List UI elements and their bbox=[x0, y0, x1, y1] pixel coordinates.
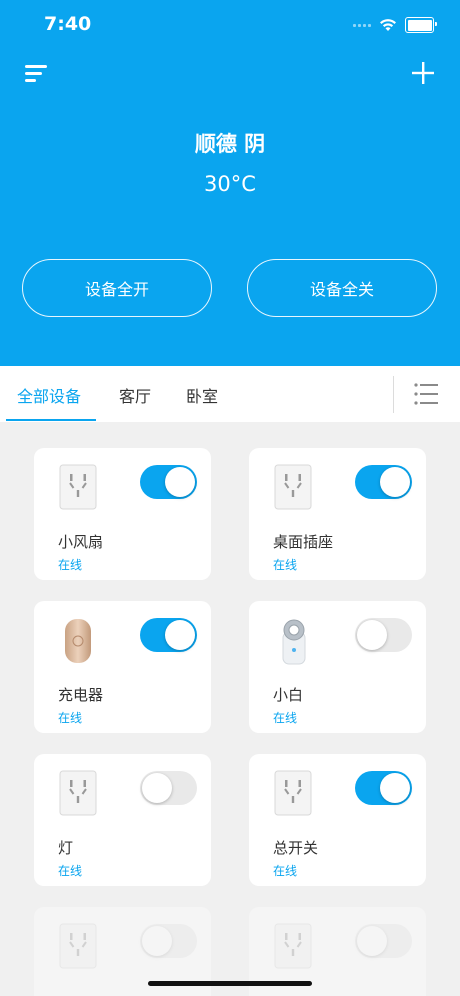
power-toggle[interactable] bbox=[140, 618, 197, 652]
status-bar: 7:40 bbox=[0, 0, 460, 50]
device-status: 在线 bbox=[273, 711, 298, 725]
app-screen: 7:40 顺德 阴 30°C 设备全开 设备全关 全部设备 客厅 卧室 小风扇 … bbox=[0, 0, 460, 996]
menu-icon[interactable] bbox=[24, 63, 50, 85]
add-icon[interactable] bbox=[410, 60, 436, 86]
device-name: 桌面插座 bbox=[273, 533, 334, 551]
device-card[interactable]: 小白 在线 bbox=[249, 601, 426, 733]
device-grid: 小风扇 在线 桌面插座 在线 充电器 在线 小白 在线 灯 在线 总开关 在线 bbox=[0, 422, 460, 996]
all-off-button[interactable]: 设备全关 bbox=[247, 259, 437, 317]
device-card[interactable]: 小风扇 在线 bbox=[34, 448, 211, 580]
wifi-icon bbox=[380, 19, 396, 31]
wall-socket-icon bbox=[274, 464, 312, 510]
all-on-button[interactable]: 设备全开 bbox=[22, 259, 212, 317]
device-card[interactable]: 灯 在线 bbox=[34, 754, 211, 886]
weather-temperature: 30°C bbox=[204, 172, 256, 196]
device-name: 充电器 bbox=[58, 686, 104, 704]
wall-socket-icon bbox=[274, 770, 312, 816]
charger-icon bbox=[65, 619, 91, 663]
device-card[interactable]: 充电器 在线 bbox=[34, 601, 211, 733]
power-toggle[interactable] bbox=[355, 771, 412, 805]
device-card[interactable]: 桌面插座 在线 bbox=[249, 448, 426, 580]
device-name: 小白 bbox=[273, 686, 304, 704]
power-toggle[interactable] bbox=[140, 465, 197, 499]
smart-plug-icon bbox=[282, 619, 306, 665]
device-card[interactable]: 总开关 在线 bbox=[249, 754, 426, 886]
wall-socket-icon bbox=[59, 770, 97, 816]
active-tab-indicator bbox=[6, 419, 96, 421]
weather-location: 顺德 阴 bbox=[194, 132, 266, 156]
battery-icon bbox=[405, 17, 437, 33]
list-view-icon[interactable] bbox=[413, 382, 439, 406]
device-name: 小风扇 bbox=[58, 533, 104, 551]
header: 7:40 顺德 阴 30°C 设备全开 设备全关 bbox=[0, 0, 460, 366]
tab-bar: 全部设备 客厅 卧室 bbox=[0, 366, 460, 422]
power-toggle[interactable] bbox=[355, 618, 412, 652]
device-name: 总开关 bbox=[273, 839, 319, 857]
wall-socket-icon bbox=[274, 923, 312, 969]
wall-socket-icon bbox=[59, 923, 97, 969]
wall-socket-icon bbox=[59, 464, 97, 510]
tab-all-devices[interactable]: 全部设备 bbox=[17, 383, 81, 407]
tab-bedroom[interactable]: 卧室 bbox=[186, 383, 218, 407]
device-name: 灯 bbox=[58, 839, 74, 857]
signal-icon bbox=[353, 23, 371, 27]
status-time: 7:40 bbox=[44, 13, 92, 35]
power-toggle[interactable] bbox=[355, 924, 412, 958]
status-icons bbox=[353, 15, 437, 35]
device-status: 在线 bbox=[58, 864, 83, 878]
power-toggle[interactable] bbox=[355, 465, 412, 499]
device-status: 在线 bbox=[273, 864, 298, 878]
device-status: 在线 bbox=[273, 558, 298, 572]
power-toggle[interactable] bbox=[140, 771, 197, 805]
device-status: 在线 bbox=[58, 711, 83, 725]
power-toggle[interactable] bbox=[140, 924, 197, 958]
home-indicator bbox=[148, 981, 312, 986]
device-status: 在线 bbox=[58, 558, 83, 572]
tab-divider bbox=[393, 376, 394, 413]
tab-living-room[interactable]: 客厅 bbox=[119, 383, 151, 407]
